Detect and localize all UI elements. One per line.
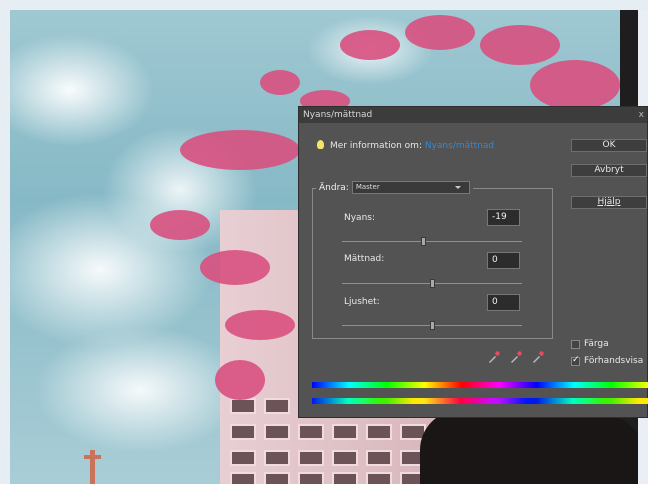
- colorize-checkbox[interactable]: [571, 339, 580, 349]
- building-windows: [230, 450, 430, 468]
- info-row: Mer information om: Nyans/mättnad: [317, 140, 494, 151]
- hue-slider-thumb[interactable]: [420, 237, 426, 246]
- blossom: [215, 360, 265, 400]
- hue-slider[interactable]: [342, 237, 522, 246]
- hue-input[interactable]: -19: [487, 209, 520, 226]
- blossom: [180, 130, 300, 170]
- blossom: [200, 250, 270, 285]
- lightness-input[interactable]: 0: [487, 294, 520, 311]
- ok-button[interactable]: OK: [571, 139, 647, 152]
- blossom: [225, 310, 295, 340]
- chevron-down-icon: [454, 186, 461, 189]
- bulb-icon: [317, 140, 324, 149]
- edit-select[interactable]: Master: [351, 181, 470, 194]
- colorize-label: Färga: [584, 339, 609, 349]
- blossom: [480, 25, 560, 65]
- building-windows: [230, 472, 430, 484]
- edit-label: Ändra:: [319, 182, 349, 193]
- preview-label: Förhandsvisa: [584, 356, 644, 366]
- blossom: [260, 70, 300, 95]
- info-link[interactable]: Nyans/mättnad: [425, 141, 494, 151]
- input-color-bar: [312, 382, 648, 388]
- blossom: [340, 30, 400, 60]
- saturation-slider[interactable]: [342, 279, 522, 288]
- edit-select-value: Master: [355, 183, 380, 191]
- preview-row[interactable]: Förhandsvisa: [571, 355, 644, 366]
- help-button[interactable]: Hjälp: [571, 196, 647, 209]
- close-icon[interactable]: x: [639, 107, 644, 123]
- saturation-input[interactable]: 0: [487, 252, 520, 269]
- building-windows: [230, 424, 430, 442]
- colorize-row[interactable]: Färga: [571, 339, 609, 349]
- lightness-label: Ljushet:: [344, 297, 380, 307]
- blossom: [150, 210, 210, 240]
- info-prefix: Mer information om:: [330, 141, 422, 151]
- hue-label: Nyans:: [344, 213, 375, 223]
- dialog-title: Nyans/mättnad: [303, 110, 373, 120]
- lightness-slider[interactable]: [342, 321, 522, 330]
- eyedropper-plus-icon[interactable]: [509, 350, 523, 364]
- cancel-button[interactable]: Avbryt: [571, 164, 647, 177]
- blossom: [530, 60, 620, 110]
- eyedropper-minus-icon[interactable]: [531, 350, 545, 364]
- saturation-slider-thumb[interactable]: [430, 279, 435, 288]
- output-color-bar: [312, 398, 648, 404]
- edit-legend: Ändra: Master: [316, 181, 473, 194]
- preview-checkbox[interactable]: [571, 355, 580, 366]
- blossom: [405, 15, 475, 50]
- power-pole-cap: [84, 455, 101, 459]
- lightness-slider-thumb[interactable]: [430, 321, 435, 330]
- eyedropper-icon[interactable]: [487, 350, 501, 364]
- dialog-titlebar[interactable]: Nyans/mättnad: [299, 107, 647, 123]
- hue-saturation-dialog[interactable]: Nyans/mättnad x Mer information om: Nyan…: [298, 106, 648, 418]
- saturation-label: Mättnad:: [344, 254, 385, 264]
- dark-tree: [420, 410, 638, 484]
